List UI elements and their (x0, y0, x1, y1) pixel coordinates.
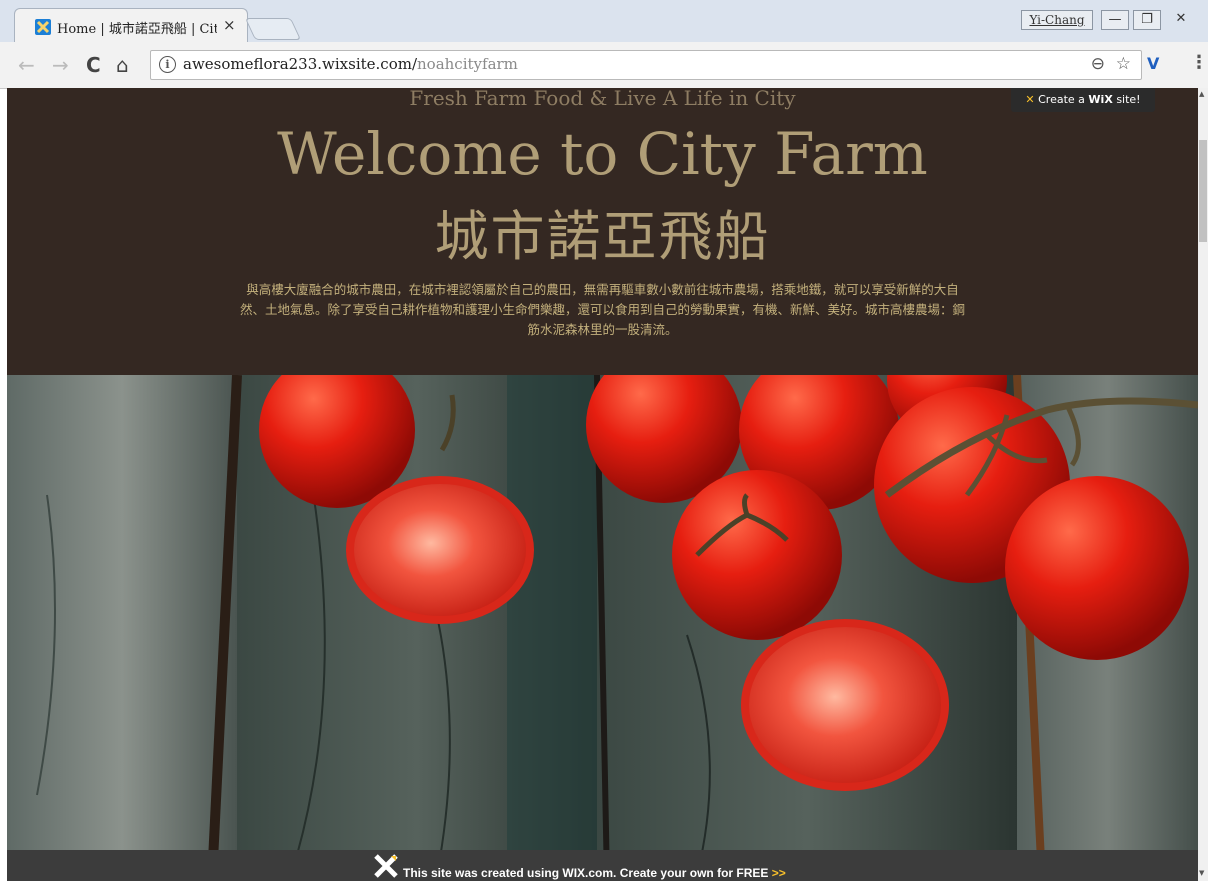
hero-section: Fresh Farm Food & Live A Life in City We… (7, 88, 1198, 375)
page-title: Welcome to City Farm (277, 120, 928, 188)
user-profile-button[interactable]: Yi-Chang (1021, 10, 1093, 30)
reload-icon[interactable]: C (86, 53, 101, 77)
scroll-down-icon[interactable]: ▼ (1199, 869, 1204, 877)
back-icon[interactable]: ← (18, 53, 35, 77)
home-icon[interactable]: ⌂ (116, 53, 129, 77)
wix-favicon-icon (35, 19, 51, 35)
browser-toolbar: ← → C ⌂ i awesomeflora233.wixsite.com/no… (0, 42, 1208, 89)
browser-titlebar: Home | 城市諾亞飛船 | City Farm × Yi-Chang — ❐… (0, 0, 1208, 43)
url-text[interactable]: awesomeflora233.wixsite.com/noahcityfarm (183, 55, 518, 73)
info-icon[interactable]: i (159, 56, 176, 73)
scroll-thumb[interactable] (1199, 140, 1207, 242)
wix-footer-banner[interactable]: This site was created using WIX.com. Cre… (7, 850, 1198, 881)
scroll-up-icon[interactable]: ▲ (1199, 90, 1204, 98)
tab-title: Home | 城市諾亞飛船 | City Farm (57, 22, 217, 37)
wix-logo-icon (373, 854, 399, 881)
extension-icon[interactable]: V (1147, 54, 1159, 73)
star-icon[interactable]: ☆ (1116, 54, 1131, 74)
address-bar[interactable]: i awesomeflora233.wixsite.com/noahcityfa… (150, 50, 1142, 80)
browser-tab[interactable]: Home | 城市諾亞飛船 | City Farm × (14, 8, 248, 43)
description: 與高樓大廈融合的城市農田，在城市裡認領屬於自己的農田，無需再驅車數小數前往城市農… (239, 282, 965, 337)
zoom-icon[interactable]: ⊖ (1091, 54, 1105, 74)
forward-icon[interactable]: → (52, 53, 69, 77)
chinese-title: 城市諾亞飛船 (434, 205, 771, 268)
new-tab-button[interactable] (244, 18, 302, 40)
create-wix-site-button[interactable]: ✕ Create a WiX site! (1011, 88, 1155, 112)
wix-x-icon: ✕ (1025, 93, 1035, 106)
omnibox-actions: ⊖ ☆ (1091, 54, 1131, 74)
tomato-photo (7, 375, 1198, 881)
vertical-scrollbar[interactable]: ▲ ▼ (1198, 88, 1208, 881)
page-viewport: Fresh Farm Food & Live A Life in City We… (7, 88, 1198, 881)
wix-banner-text[interactable]: This site was created using WIX.com. Cre… (403, 866, 786, 880)
restore-icon[interactable]: ❐ (1133, 10, 1161, 30)
tab-close-icon[interactable]: × (223, 16, 236, 34)
close-window-icon[interactable]: ✕ (1168, 10, 1194, 28)
minimize-icon[interactable]: — (1101, 10, 1129, 30)
menu-icon[interactable]: ⋮ (1190, 52, 1208, 73)
